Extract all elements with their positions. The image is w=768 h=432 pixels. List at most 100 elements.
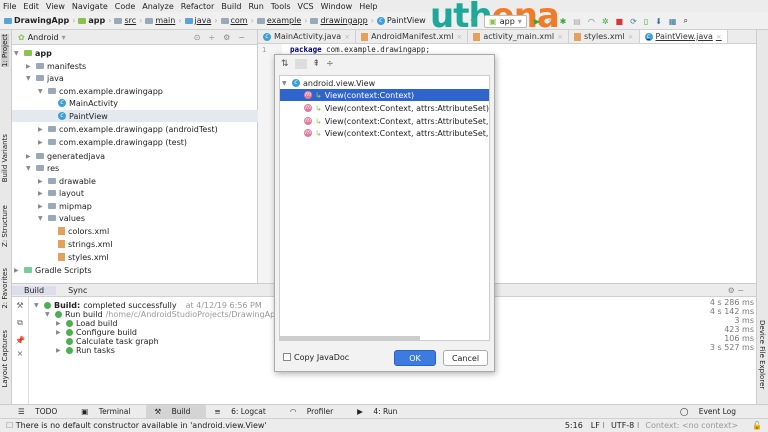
- encoding[interactable]: UTF-8 ⁝: [611, 421, 639, 430]
- copy-icon[interactable]: ⧉: [12, 318, 28, 328]
- tab-sync[interactable]: Sync: [56, 286, 99, 295]
- tab-paintview[interactable]: c PaintView.java ×: [639, 30, 728, 43]
- tab-mainactivity[interactable]: c MainActivity.java ×: [258, 30, 357, 43]
- tool-build-variants[interactable]: Build Variants: [1, 134, 9, 182]
- menu-tools[interactable]: Tools: [271, 2, 291, 11]
- tree-item[interactable]: ▼ java: [26, 72, 64, 84]
- menu-edit[interactable]: Edit: [23, 2, 39, 11]
- tree-item[interactable]: ▼ app: [14, 47, 52, 59]
- apply-icon[interactable]: ⚡: [547, 17, 553, 26]
- pin-icon[interactable]: 📌: [12, 336, 28, 345]
- menu-vcs[interactable]: VCS: [298, 2, 314, 11]
- build-row[interactable]: ▶ Run tasks: [56, 344, 115, 356]
- crumb-com[interactable]: com: [220, 16, 248, 25]
- tree-item-selected[interactable]: c PaintView: [12, 110, 258, 122]
- menu-window[interactable]: Window: [321, 2, 353, 11]
- tree-item[interactable]: colors.xml: [58, 225, 109, 237]
- menu-view[interactable]: View: [46, 2, 65, 11]
- line-separator[interactable]: LF ⁝: [591, 421, 605, 430]
- tool-todo[interactable]: ☰ TODO: [10, 405, 73, 419]
- tree-item[interactable]: ▶ com.example.drawingapp (androidTest): [38, 123, 218, 135]
- tree-item[interactable]: ▼ values: [38, 212, 85, 224]
- crumb-project[interactable]: DrawingApp: [4, 16, 69, 25]
- project-view-select[interactable]: Android: [28, 33, 59, 42]
- crumb-java[interactable]: java: [184, 16, 211, 25]
- hammer-icon[interactable]: ⚒: [12, 301, 28, 310]
- settings-icon[interactable]: ⚙ −: [716, 286, 756, 295]
- tree-item[interactable]: styles.xml: [58, 251, 109, 263]
- collapse-all-icon[interactable]: ÷: [326, 59, 334, 69]
- lock-icon[interactable]: 🔓: [752, 421, 762, 430]
- sort-icon[interactable]: ⇅: [281, 59, 289, 69]
- tool-favorites[interactable]: 2: Favorites: [1, 268, 9, 309]
- horizontal-scrollbar[interactable]: [280, 336, 420, 340]
- tab-activity-main[interactable]: activity_main.xml ×: [468, 30, 569, 43]
- tree-item[interactable]: ▶ drawable: [38, 175, 96, 187]
- ok-button[interactable]: OK: [394, 350, 436, 366]
- tree-item[interactable]: ▶ generatedjava: [26, 150, 105, 162]
- constructor-item[interactable]: m ↳ View(context:Context, attrs:AttributeS…: [304, 127, 489, 139]
- avd-icon[interactable]: ▯: [644, 17, 648, 26]
- tab-build[interactable]: Build: [12, 285, 57, 295]
- panel-actions-icon[interactable]: ⊙÷⚙−: [194, 33, 257, 42]
- crumb-example[interactable]: example: [256, 16, 301, 25]
- constructor-item[interactable]: m ↳ View(context:Context, attrs:AttributeS…: [304, 115, 489, 127]
- attach-icon[interactable]: ▤: [573, 17, 581, 26]
- tree-root[interactable]: ▼ c android.view.View: [282, 77, 375, 89]
- stop-icon[interactable]: ■: [616, 17, 624, 26]
- sync-icon[interactable]: ⟳: [630, 17, 637, 26]
- tool-run[interactable]: ▶ 4: Run: [349, 405, 413, 419]
- constructor-item[interactable]: m ↳ View(context:Context, attrs:AttributeS…: [304, 102, 489, 114]
- tree-item[interactable]: ▼ com.example.drawingapp: [38, 85, 163, 97]
- crumb-src[interactable]: src: [114, 16, 136, 25]
- tool-project[interactable]: 1: Project: [1, 34, 9, 67]
- caret-position[interactable]: 5:16: [565, 421, 583, 430]
- code-area[interactable]: package com.example.drawingapp;: [290, 45, 430, 54]
- menu-run[interactable]: Run: [248, 2, 263, 11]
- menu-file[interactable]: File: [3, 2, 16, 11]
- crumb-app[interactable]: app: [78, 16, 105, 25]
- crumb-main[interactable]: main: [145, 16, 175, 25]
- hammer-icon[interactable]: ⚒: [470, 17, 477, 26]
- menu-build[interactable]: Build: [221, 2, 241, 11]
- tree-item[interactable]: ▼ res: [26, 162, 59, 174]
- menu-refactor[interactable]: Refactor: [181, 2, 215, 11]
- tool-layout-captures[interactable]: Layout Captures: [1, 330, 9, 388]
- expand-all-icon[interactable]: ⇞: [313, 59, 321, 69]
- menu-navigate[interactable]: Navigate: [72, 2, 108, 11]
- tree-item[interactable]: ▶ manifests: [26, 60, 86, 72]
- tree-item[interactable]: ▶ mipmap: [38, 200, 92, 212]
- event-log[interactable]: ◯ Event Log: [672, 405, 752, 419]
- project-structure-icon[interactable]: ▦: [669, 17, 677, 26]
- menu-analyze[interactable]: Analyze: [142, 2, 174, 11]
- debug-icon[interactable]: ✱: [560, 17, 567, 26]
- tree-item[interactable]: ▶ layout: [38, 187, 84, 199]
- copy-javadoc-checkbox[interactable]: Copy JavaDoc: [283, 351, 349, 363]
- tool-build[interactable]: ⚒ Build: [146, 404, 207, 419]
- constructor-item-selected[interactable]: m ↳ View(context:Context): [280, 89, 489, 101]
- context[interactable]: Context: <no context>: [645, 421, 738, 430]
- tree-item[interactable]: ▶ Gradle Scripts: [14, 264, 92, 276]
- crumb-paintview[interactable]: c PaintView: [376, 16, 426, 25]
- tree-item[interactable]: strings.xml: [58, 238, 112, 250]
- tool-profiler[interactable]: ◠ Profiler: [282, 405, 349, 419]
- tab-androidmanifest[interactable]: AndroidManifest.xml ×: [356, 30, 469, 43]
- run-icon[interactable]: ▶: [534, 17, 540, 26]
- cancel-button[interactable]: Cancel: [443, 350, 488, 366]
- sdk-icon[interactable]: ⬇: [655, 17, 662, 26]
- crumb-drawingapp[interactable]: drawingapp: [310, 16, 368, 25]
- close-icon[interactable]: ×: [12, 349, 28, 358]
- run-config-select[interactable]: ▣ app ▾: [484, 14, 527, 28]
- tree-item[interactable]: ▶ com.example.drawingapp (test): [38, 136, 187, 148]
- search-icon[interactable]: ⌕: [683, 16, 687, 26]
- show-members-icon[interactable]: [294, 59, 307, 69]
- tab-styles[interactable]: styles.xml ×: [569, 30, 640, 43]
- tool-terminal[interactable]: ▣ Terminal: [73, 405, 146, 419]
- menu-help[interactable]: Help: [359, 2, 377, 11]
- tree-item[interactable]: c MainActivity: [58, 97, 118, 109]
- tool-device-file-explorer[interactable]: Device File Explorer: [758, 320, 766, 389]
- profile-icon[interactable]: ◠: [588, 17, 595, 26]
- tool-structure[interactable]: Z: Structure: [1, 205, 9, 247]
- tool-logcat[interactable]: ≡ 6: Logcat: [206, 405, 281, 419]
- coverage-icon[interactable]: ✲: [602, 17, 609, 26]
